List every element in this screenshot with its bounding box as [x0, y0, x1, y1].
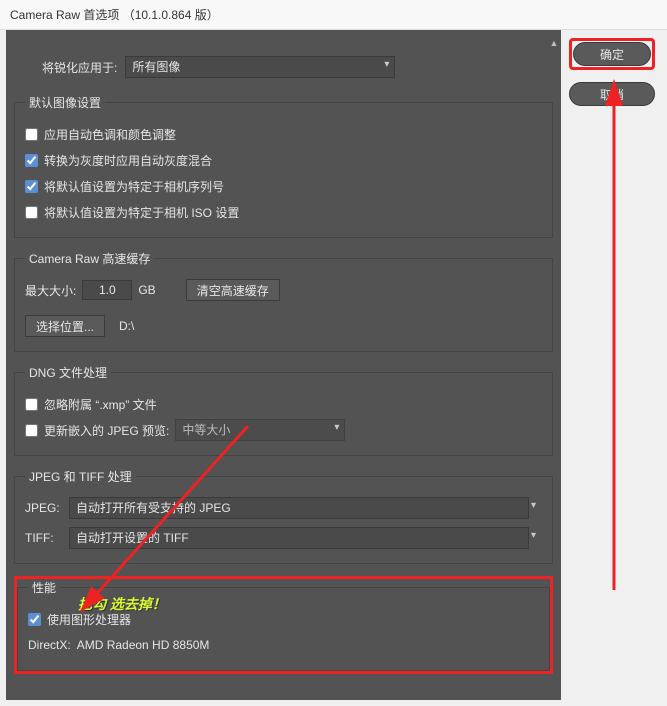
- cb-auto-grayscale[interactable]: [25, 154, 38, 167]
- jpeg-tiff-group: JPEG 和 TIFF 处理 JPEG: 自动打开所有受支持的 JPEG TIF…: [14, 468, 553, 564]
- perf-legend: 性能: [28, 579, 60, 596]
- right-buttons: 确定 取消: [569, 38, 655, 106]
- cb-update-jpeg[interactable]: [25, 424, 38, 437]
- perf-group: 性能 把勾 选去掉！ 使用图形处理器 DirectX: AMD Radeon H…: [17, 579, 550, 671]
- directx-value: AMD Radeon HD 8850M: [77, 638, 210, 652]
- sharpen-label: 将锐化应用于:: [42, 59, 117, 76]
- cache-group: Camera Raw 高速缓存 最大大小: GB 清空高速缓存 选择位置... …: [14, 250, 553, 352]
- maxsize-unit: GB: [138, 283, 155, 297]
- directx-label: DirectX:: [28, 638, 71, 652]
- sharpen-select[interactable]: 所有图像: [125, 56, 395, 78]
- cb-use-gpu[interactable]: [28, 613, 41, 626]
- cancel-button[interactable]: 取消: [569, 82, 655, 106]
- defaults-legend: 默认图像设置: [25, 94, 105, 111]
- cb-update-jpeg-label: 更新嵌入的 JPEG 预览:: [44, 422, 169, 439]
- cb-camera-iso-label: 将默认值设置为特定于相机 ISO 设置: [44, 204, 239, 221]
- main-panel: ▲ 将锐化应用于: 所有图像 默认图像设置 应用自动色调和颜色调整 转换为灰度时…: [6, 30, 561, 700]
- jpeg-tiff-legend: JPEG 和 TIFF 处理: [25, 468, 136, 485]
- ok-button[interactable]: 确定: [573, 42, 651, 66]
- defaults-group: 默认图像设置 应用自动色调和颜色调整 转换为灰度时应用自动灰度混合 将默认值设置…: [14, 94, 553, 238]
- cb-ignore-xmp[interactable]: [25, 398, 38, 411]
- dng-group: DNG 文件处理 忽略附属 “.xmp” 文件 更新嵌入的 JPEG 预览: 中…: [14, 364, 553, 456]
- sharpen-row: 将锐化应用于: 所有图像: [14, 34, 553, 82]
- cb-camera-serial[interactable]: [25, 180, 38, 193]
- cb-camera-iso[interactable]: [25, 206, 38, 219]
- maxsize-label: 最大大小:: [25, 282, 76, 299]
- cb-ignore-xmp-label: 忽略附属 “.xmp” 文件: [44, 396, 157, 413]
- jpeg-preview-select[interactable]: 中等大小: [175, 419, 345, 441]
- jpeg-label: JPEG:: [25, 501, 63, 515]
- cb-camera-serial-label: 将默认值设置为特定于相机序列号: [44, 178, 224, 195]
- maxsize-input[interactable]: [82, 280, 132, 300]
- annotation-text: 把勾 选去掉！: [78, 594, 166, 614]
- ok-highlight: 确定: [569, 38, 655, 70]
- jpeg-select[interactable]: 自动打开所有受支持的 JPEG: [69, 497, 529, 519]
- tiff-label: TIFF:: [25, 531, 63, 545]
- cb-auto-tone-label: 应用自动色调和颜色调整: [44, 126, 176, 143]
- window-title: Camera Raw 首选项 （10.1.0.864 版）: [0, 0, 667, 30]
- perf-highlight-box: 性能 把勾 选去掉！ 使用图形处理器 DirectX: AMD Radeon H…: [14, 576, 553, 674]
- tiff-select[interactable]: 自动打开设置的 TIFF: [69, 527, 529, 549]
- dng-legend: DNG 文件处理: [25, 364, 111, 381]
- cache-legend: Camera Raw 高速缓存: [25, 250, 154, 267]
- clear-cache-button[interactable]: 清空高速缓存: [186, 279, 280, 301]
- choose-location-button[interactable]: 选择位置...: [25, 315, 105, 337]
- location-path: D:\: [119, 319, 134, 333]
- cb-auto-grayscale-label: 转换为灰度时应用自动灰度混合: [44, 152, 212, 169]
- cb-auto-tone[interactable]: [25, 128, 38, 141]
